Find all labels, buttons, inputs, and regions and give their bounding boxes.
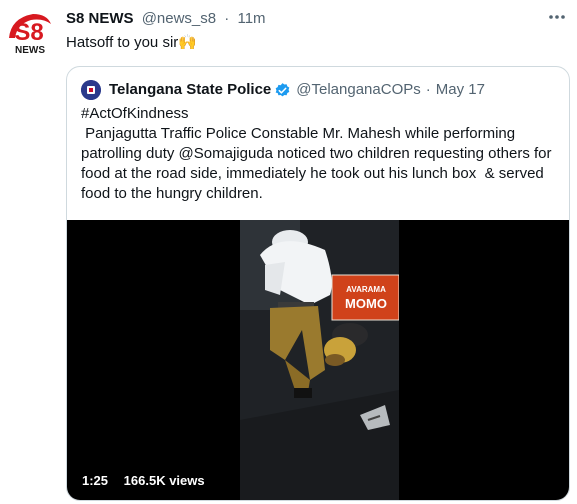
quoted-body: Panjagutta Traffic Police Constable Mr. …	[81, 125, 556, 202]
verified-badge-icon	[275, 82, 290, 96]
video-thumbnail-image: AVARAMA MOMO	[240, 220, 399, 500]
svg-text:S8: S8	[14, 19, 43, 46]
more-icon[interactable]	[547, 10, 567, 24]
quoted-text: #ActOfKindness Panjagutta Traffic Police…	[81, 104, 557, 204]
author-handle[interactable]: @news_s8	[142, 10, 216, 27]
video-duration: 1:25	[82, 473, 109, 488]
police-emblem-icon	[81, 80, 101, 100]
video-frame: AVARAMA MOMO	[240, 220, 399, 500]
raising-hands-emoji: 🙌	[178, 34, 197, 51]
s8-news-logo: S8 NEWS	[4, 9, 54, 59]
tweet-time[interactable]: 11m	[237, 10, 265, 27]
quoted-author-name[interactable]: Telangana State Police	[109, 80, 271, 100]
tweet-header: S8 NEWS @news_s8 · 11m	[66, 9, 266, 29]
video-views: 166.5K views	[123, 473, 205, 488]
separator-dot: ·	[425, 81, 431, 98]
quoted-author-handle[interactable]: @TelanganaCOPs	[296, 80, 420, 100]
author-name[interactable]: S8 NEWS	[66, 10, 134, 27]
video-player[interactable]: AVARAMA MOMO 1:25 166.5K views	[67, 220, 569, 500]
quoted-tweet[interactable]: Telangana State Police @TelanganaCOPs · …	[66, 66, 570, 501]
author-avatar[interactable]: S8 NEWS	[3, 8, 55, 60]
video-stats: 1:25 166.5K views	[82, 473, 217, 488]
svg-text:AVARAMA: AVARAMA	[346, 285, 386, 294]
tweet-text: Hatsoff to you sir🙌	[66, 33, 197, 53]
quoted-date[interactable]: May 17	[436, 80, 485, 100]
quoted-header: Telangana State Police @TelanganaCOPs · …	[81, 80, 485, 100]
separator-dot: ·	[224, 10, 230, 27]
quoted-avatar[interactable]	[81, 80, 101, 100]
tweet-text-content: Hatsoff to you sir	[66, 34, 179, 51]
hashtag-link[interactable]: #ActOfKindness	[81, 105, 189, 122]
svg-text:MOMO: MOMO	[345, 296, 387, 311]
svg-text:NEWS: NEWS	[15, 45, 45, 56]
